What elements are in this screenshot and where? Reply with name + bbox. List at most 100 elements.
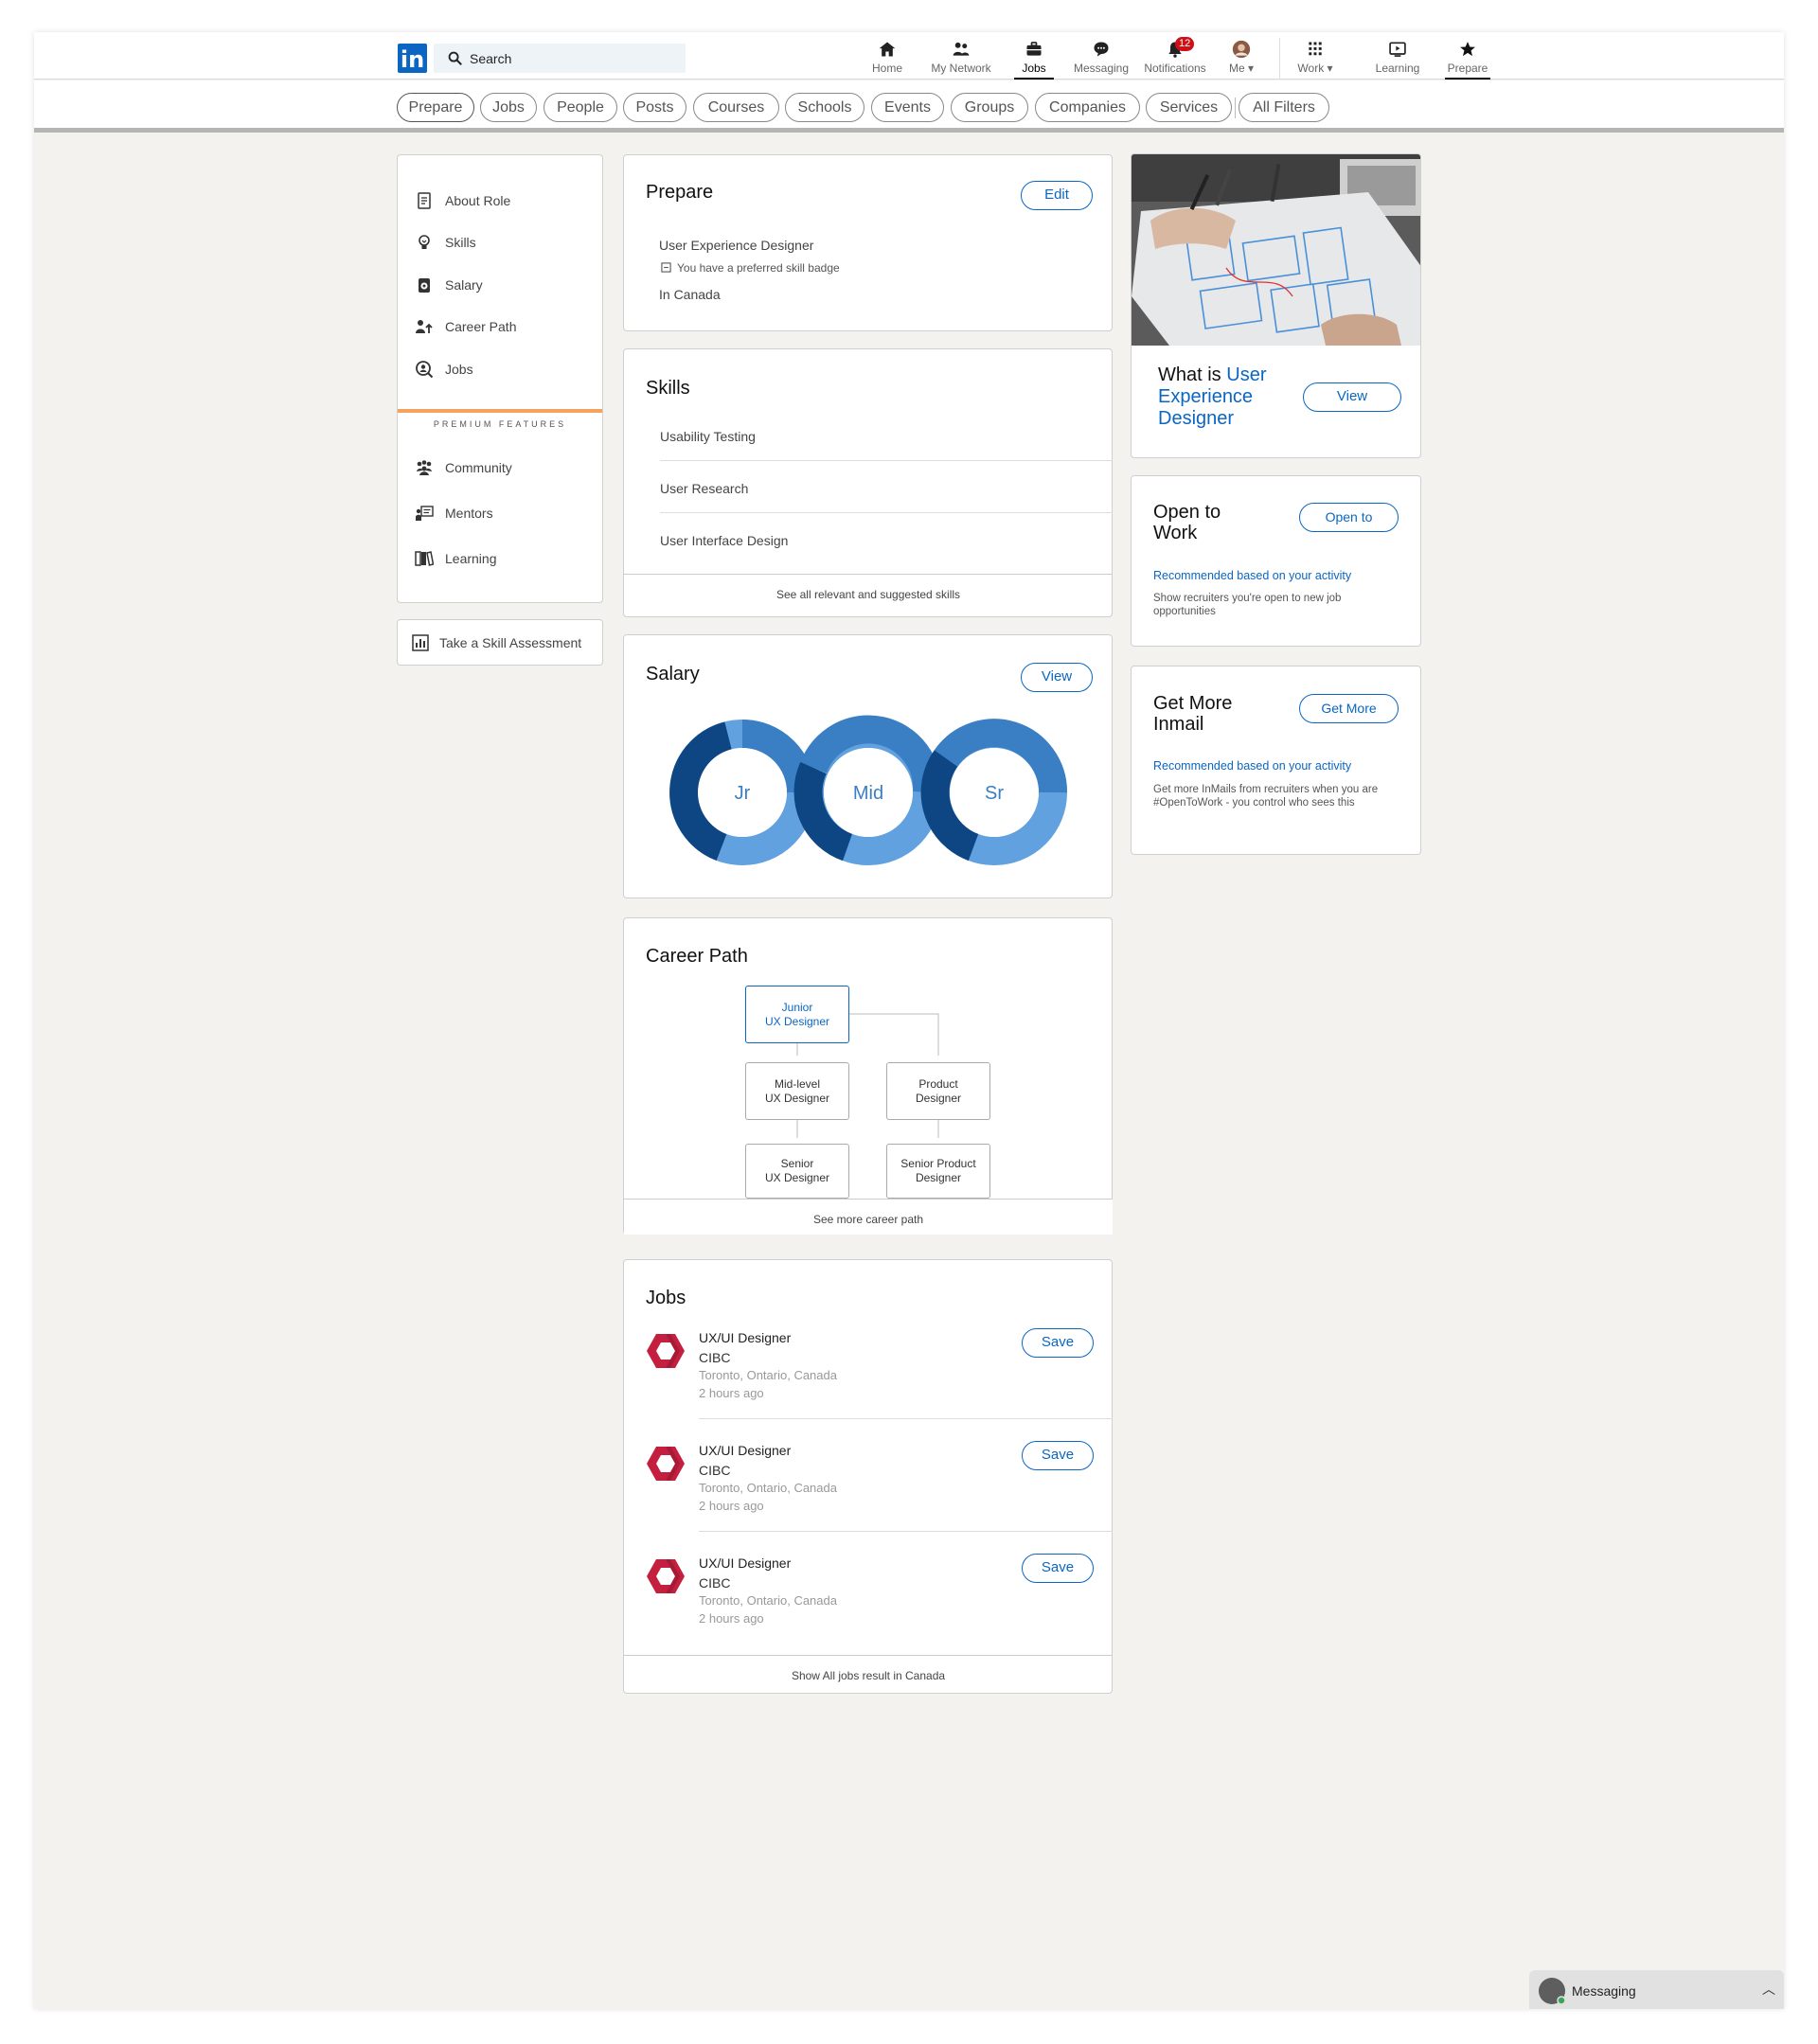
salary-view-button[interactable]: View <box>1021 663 1093 692</box>
ring-sr[interactable]: Sr <box>920 719 1068 865</box>
notification-badge: 12 <box>1175 37 1195 51</box>
skills-divider <box>660 460 1113 461</box>
filter-all[interactable]: All Filters <box>1239 93 1329 122</box>
linkedin-logo[interactable]: in <box>398 44 427 73</box>
nav-jobs-label: Jobs <box>1022 62 1046 75</box>
job-title[interactable]: UX/UI Designer <box>699 1443 791 1458</box>
nav-me[interactable]: Me ▾ <box>1220 40 1263 80</box>
sidebar-item-salary[interactable]: Salary <box>415 274 483 296</box>
filter-people[interactable]: People <box>544 93 617 122</box>
cibc-logo-icon <box>647 1447 685 1481</box>
job-title[interactable]: UX/UI Designer <box>699 1555 791 1571</box>
filter-services[interactable]: Services <box>1146 93 1232 122</box>
sidebar-item-label: Learning <box>445 551 497 566</box>
sidebar-item-career-path[interactable]: Career Path <box>415 315 516 338</box>
job-time: 2 hours ago <box>699 1499 764 1513</box>
what-is-view-button[interactable]: View <box>1303 382 1401 412</box>
nav-home[interactable]: Home <box>859 40 916 80</box>
nav-prepare[interactable]: Prepare <box>1445 40 1490 80</box>
sidebar-item-community[interactable]: Community <box>415 456 512 479</box>
job-location: Toronto, Ontario, Canada <box>699 1481 837 1495</box>
messaging-label: Messaging <box>1572 1983 1636 1999</box>
open-to-work-title: Open to Work <box>1153 502 1221 543</box>
sidebar-item-label: About Role <box>445 193 511 208</box>
nav-work[interactable]: Work ▾ <box>1292 40 1339 80</box>
chevron-down-icon: ▾ <box>1247 62 1255 75</box>
filter-jobs[interactable]: Jobs <box>480 93 537 122</box>
jobs-divider <box>699 1418 1113 1419</box>
sidebar-item-label: Jobs <box>445 362 473 377</box>
lightbulb-icon <box>419 235 430 249</box>
filter-groups[interactable]: Groups <box>951 93 1028 122</box>
job-location: Toronto, Ontario, Canada <box>699 1368 837 1382</box>
search-input[interactable]: Search <box>434 44 686 73</box>
messaging-bar[interactable]: Messaging ︿ <box>1529 1970 1784 2009</box>
filter-events[interactable]: Events <box>871 93 944 122</box>
what-is-title: What is User Experience Designer <box>1158 364 1267 429</box>
nav-learning[interactable]: Learning <box>1367 40 1428 80</box>
sidebar-item-label: Salary <box>445 277 483 293</box>
sidebar-item-skills[interactable]: Skills <box>415 231 476 254</box>
nav-notifications-label: Notifications <box>1144 62 1206 75</box>
cibc-logo-icon <box>647 1334 685 1368</box>
nav-messaging[interactable]: Messaging <box>1069 40 1133 80</box>
nav-jobs[interactable]: Jobs <box>1014 40 1054 80</box>
show-all-jobs-link[interactable]: Show All jobs result in Canada <box>624 1669 1113 1682</box>
filter-companies[interactable]: Companies <box>1035 93 1140 122</box>
filter-divider <box>1235 98 1236 118</box>
ring-mid[interactable]: Mid <box>793 715 942 865</box>
career-node-senior[interactable]: Senior UX Designer <box>745 1144 849 1199</box>
chevron-up-icon[interactable]: ︿ <box>1762 1980 1775 1999</box>
see-more-career-path-link[interactable]: See more career path <box>624 1213 1113 1226</box>
career-node-product[interactable]: Product Designer <box>886 1062 990 1120</box>
filter-schools[interactable]: Schools <box>785 93 864 122</box>
save-job-button[interactable]: Save <box>1022 1441 1094 1470</box>
filter-prepare[interactable]: Prepare <box>397 93 474 122</box>
filter-courses[interactable]: Courses <box>693 93 779 122</box>
chevron-down-icon: ▾ <box>1327 62 1333 75</box>
skill-item[interactable]: User Research <box>660 481 748 496</box>
money-icon <box>419 278 430 293</box>
search-icon <box>448 51 462 65</box>
salary-title: Salary <box>646 664 700 684</box>
save-job-button[interactable]: Save <box>1022 1328 1094 1358</box>
open-to-work-card: Open to Work Open to Recommended based o… <box>1131 475 1421 647</box>
sidebar-item-learning[interactable]: Learning <box>415 547 497 570</box>
career-node-mid[interactable]: Mid-level UX Designer <box>745 1062 849 1120</box>
job-time: 2 hours ago <box>699 1611 764 1626</box>
open-to-button[interactable]: Open to <box>1299 503 1399 532</box>
get-more-button[interactable]: Get More <box>1299 694 1399 723</box>
nav-notifications[interactable]: 12 Notifications <box>1137 37 1213 80</box>
ring-jr[interactable]: Jr <box>669 720 815 865</box>
skill-assessment-button[interactable]: Take a Skill Assessment <box>397 619 603 666</box>
sidebar-item-jobs[interactable]: Jobs <box>415 358 473 381</box>
sidebar-item-about-role[interactable]: About Role <box>415 189 510 212</box>
open-to-work-description: Show recruiters you're open to new job o… <box>1153 593 1342 617</box>
prepare-location: In Canada <box>659 287 721 302</box>
search-person-icon <box>416 361 434 379</box>
chart-icon <box>412 634 429 651</box>
nav-my-network[interactable]: My Network <box>920 40 1002 80</box>
ring-label-sr: Sr <box>985 783 1004 804</box>
career-node-junior[interactable]: Junior UX Designer <box>745 986 849 1043</box>
filter-posts[interactable]: Posts <box>623 93 686 122</box>
skill-item[interactable]: Usability Testing <box>660 429 756 444</box>
jobs-card: Jobs UX/UI Designer CIBC Toronto, Ontari… <box>623 1259 1113 1694</box>
skill-item[interactable]: User Interface Design <box>660 533 788 548</box>
job-title[interactable]: UX/UI Designer <box>699 1330 791 1345</box>
prepare-title: Prepare <box>646 182 714 203</box>
book-icon <box>415 551 434 566</box>
document-icon <box>418 192 431 209</box>
get-more-inmail-recommendation: Recommended based on your activity <box>1153 759 1352 773</box>
salary-card: Salary View Jr Mid Sr <box>623 634 1113 898</box>
star-icon <box>1460 42 1475 57</box>
save-job-button[interactable]: Save <box>1022 1554 1094 1583</box>
premium-features-label: PREMIUM FEATURES <box>433 419 567 429</box>
career-path-card: Career Path Junior UX Designer Mid-level… <box>623 917 1113 1235</box>
skill-assessment-inner: Take a Skill Assessment <box>411 631 581 654</box>
see-all-skills-link[interactable]: See all relevant and suggested skills <box>624 588 1113 601</box>
edit-button[interactable]: Edit <box>1021 181 1093 210</box>
avatar-icon <box>1232 40 1251 59</box>
sidebar-item-mentors[interactable]: Mentors <box>415 502 493 524</box>
career-node-senior-product[interactable]: Senior Product Designer <box>886 1144 990 1199</box>
